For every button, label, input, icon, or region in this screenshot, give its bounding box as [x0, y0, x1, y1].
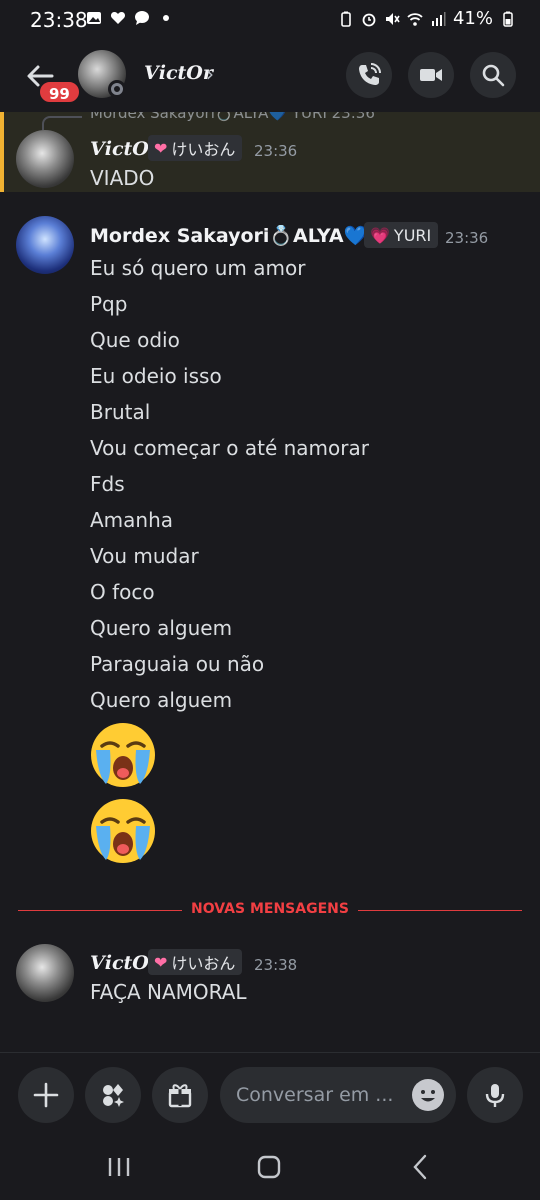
apps-sparkle-icon	[103, 1084, 124, 1107]
battery-percent: 41%	[452, 8, 493, 29]
plus-icon	[33, 1082, 59, 1108]
message-text: Amanha	[90, 508, 174, 532]
status-bar: 23:38 41%	[0, 0, 540, 40]
message-text: Eu só quero um amor	[90, 256, 306, 280]
unread-badge: 99	[38, 80, 81, 104]
avatar[interactable]	[16, 130, 74, 188]
message-text: Que odio	[90, 328, 180, 352]
search-button[interactable]	[470, 52, 516, 98]
microphone-icon	[485, 1084, 505, 1107]
reply-reference[interactable]: Mordex Sakayori💍ALYA💙 YURI 23:36	[90, 112, 375, 122]
message-text: FAÇA NAMORAL	[90, 980, 247, 1004]
heart-icon: 💗	[370, 225, 390, 245]
role-tag-label: けいおん	[171, 140, 236, 159]
dm-username[interactable]: 𝑽𝒊𝒄𝒕𝑶𝒓	[144, 62, 213, 84]
new-messages-label: NOVAS MENSAGENS	[191, 901, 349, 917]
message-input[interactable]	[236, 1067, 396, 1123]
role-tag: ❤ けいおん	[148, 949, 243, 975]
message-text: Pqp	[90, 292, 128, 316]
wifi-icon	[407, 12, 423, 26]
message-timestamp: 23:36	[445, 229, 489, 247]
voice-message-button[interactable]	[467, 1067, 523, 1123]
alarm-icon	[362, 13, 376, 26]
smiley-icon	[413, 1080, 443, 1110]
heart-icon	[110, 12, 126, 24]
android-navigation-bar	[0, 1134, 540, 1200]
message-input-container[interactable]	[220, 1067, 456, 1123]
message-timestamp: 23:36	[254, 142, 298, 160]
phone-icon	[359, 63, 381, 85]
back-icon[interactable]	[406, 1152, 436, 1182]
message-timestamp: 23:38	[254, 956, 298, 974]
message-text: Brutal	[90, 400, 151, 424]
crying-face-emoji-icon	[91, 723, 155, 787]
video-call-button[interactable]	[408, 52, 454, 98]
battery-icon	[503, 11, 513, 27]
message-text: Vou começar o até namorar	[90, 436, 369, 460]
add-attachment-button[interactable]	[18, 1067, 74, 1123]
gift-icon	[168, 1084, 192, 1108]
chat-bubble-icon	[135, 11, 149, 25]
message-author[interactable]: Mordex Sakayori💍ALYA💙	[90, 224, 367, 247]
gallery-icon	[87, 12, 101, 24]
role-tag-label: YURI	[393, 225, 432, 245]
dot-icon	[163, 15, 169, 21]
message-text: Vou mudar	[90, 544, 199, 568]
role-tag-label: けいおん	[171, 954, 236, 973]
message-text: Quero alguem	[90, 688, 233, 712]
message-text: Fds	[90, 472, 125, 496]
recent-apps-icon[interactable]	[104, 1152, 134, 1182]
home-icon[interactable]	[254, 1152, 284, 1182]
crying-face-emoji-icon	[91, 799, 155, 863]
reply-connector	[42, 116, 82, 130]
message-composer	[0, 1052, 540, 1134]
apps-button[interactable]	[85, 1067, 141, 1123]
offline-status-icon	[108, 80, 126, 98]
message-text: O foco	[90, 580, 155, 604]
heart-icon: ❤	[154, 138, 168, 158]
status-system-icons: 41%	[338, 8, 516, 29]
role-tag: ❤ けいおん	[148, 135, 243, 161]
chevron-right-icon[interactable]: ›	[206, 62, 214, 86]
avatar[interactable]	[16, 216, 74, 274]
message-text: Paraguaia ou não	[90, 652, 265, 676]
mute-icon	[385, 12, 400, 25]
status-time: 23:38	[30, 8, 88, 32]
avatar[interactable]	[16, 944, 74, 1002]
new-messages-divider: NOVAS MENSAGENS	[18, 901, 522, 917]
message-text: Quero alguem	[90, 616, 233, 640]
voice-call-button[interactable]	[346, 52, 392, 98]
message-list[interactable]: Mordex Sakayori💍ALYA💙 YURI 23:36 𝑽𝒊𝒄𝒕𝑶𝒓 …	[0, 112, 540, 1052]
message-text: VIADO	[90, 166, 155, 190]
channel-header: 99 𝑽𝒊𝒄𝒕𝑶𝒓 ›	[0, 40, 540, 112]
heart-icon: ❤	[154, 952, 168, 972]
message-text: Eu odeio isso	[90, 364, 222, 388]
signal-icon	[431, 11, 446, 26]
emoji-picker-button[interactable]	[412, 1079, 444, 1111]
video-camera-icon	[420, 69, 442, 81]
search-icon	[482, 64, 505, 87]
status-notification-icons	[86, 10, 174, 26]
role-tag: 💗 YURI	[364, 222, 439, 248]
battery-saver-icon	[341, 11, 351, 27]
gift-button[interactable]	[152, 1067, 208, 1123]
